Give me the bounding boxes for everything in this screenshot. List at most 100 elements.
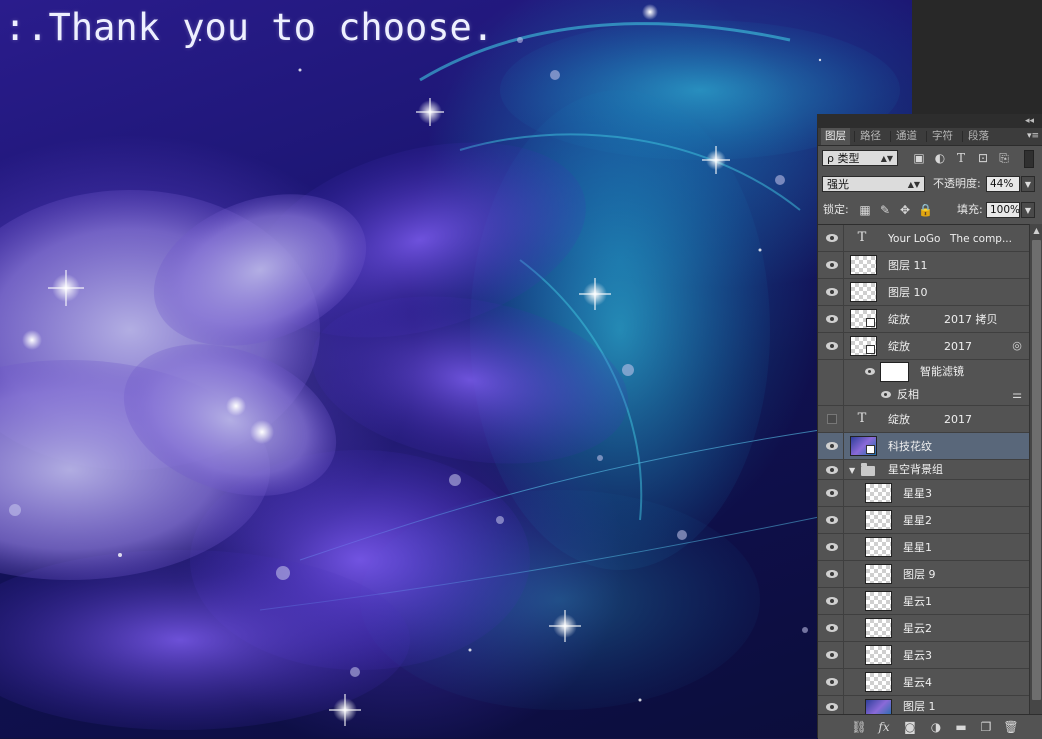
visibility-toggle[interactable]	[818, 225, 844, 251]
fx-icon[interactable]: fx	[876, 719, 892, 735]
visibility-toggle[interactable]	[818, 561, 844, 587]
new-layer-icon[interactable]: ❐	[978, 719, 994, 735]
layer-row[interactable]: 星星1	[818, 534, 1029, 561]
eye-icon[interactable]	[826, 342, 838, 350]
filter-pixel-icon[interactable]: ▣	[912, 151, 926, 165]
layer-row[interactable]: 绽放 2017 ◎	[818, 333, 1029, 360]
layer-row[interactable]: 星云2	[818, 615, 1029, 642]
layer-row[interactable]: 图层 9	[818, 561, 1029, 588]
eye-icon[interactable]	[826, 261, 838, 269]
layer-group-row[interactable]: ▼ 星空背景组	[818, 460, 1029, 480]
tab-separator	[926, 131, 927, 142]
layer-row[interactable]: 星云4	[818, 669, 1029, 696]
scrollbar-thumb[interactable]	[1032, 240, 1041, 700]
visibility-toggle[interactable]	[818, 252, 844, 278]
visibility-toggle[interactable]	[818, 433, 844, 459]
eye-icon[interactable]	[826, 234, 838, 242]
eye-icon[interactable]	[826, 597, 838, 605]
eye-icon[interactable]	[826, 288, 838, 296]
visibility-toggle[interactable]	[818, 507, 844, 533]
hidden-visibility-icon[interactable]	[827, 414, 837, 424]
panel-menu-icon[interactable]: ▾≡	[1027, 128, 1039, 145]
tab-paths[interactable]: 路径	[856, 128, 885, 145]
layer-row[interactable]: 星云1	[818, 588, 1029, 615]
eye-icon[interactable]	[826, 651, 838, 659]
opacity-input[interactable]: 44%	[986, 176, 1020, 192]
filter-options-icon[interactable]: ⚌	[1011, 388, 1023, 401]
layer-name: Your LoGo	[888, 233, 941, 245]
layers-scrollbar[interactable]: ▲	[1029, 224, 1042, 714]
scroll-up-arrow-icon[interactable]: ▲	[1030, 224, 1042, 238]
layers-list[interactable]: T Your LoGo The comp... 图层 11 图层 10 绽放 2…	[818, 224, 1029, 715]
filter-shape-icon[interactable]: ⊡	[976, 151, 990, 165]
visibility-toggle[interactable]	[818, 279, 844, 305]
tab-channels[interactable]: 通道	[892, 128, 921, 145]
visibility-toggle[interactable]	[818, 406, 844, 432]
visibility-toggle[interactable]	[818, 642, 844, 668]
layer-row[interactable]: T 绽放 2017	[818, 406, 1029, 433]
smart-filter-item[interactable]: 反相 ⚌	[818, 384, 1029, 406]
layer-row[interactable]: 星云3	[818, 642, 1029, 669]
visibility-toggle[interactable]	[818, 588, 844, 614]
filter-adjustment-icon[interactable]: ◐	[933, 151, 947, 165]
adjustment-layer-icon[interactable]: ◑	[928, 719, 944, 735]
eye-icon[interactable]	[881, 391, 891, 398]
eye-icon[interactable]	[826, 703, 838, 711]
eye-icon[interactable]	[826, 489, 838, 497]
layer-row[interactable]: 图层 1	[818, 696, 1029, 715]
visibility-toggle[interactable]	[818, 534, 844, 560]
tab-paragraph[interactable]: 段落	[964, 128, 993, 145]
filter-kind-select[interactable]: ρ 类型 ▲▼	[822, 150, 898, 166]
filter-type-icon[interactable]: T	[954, 151, 968, 165]
layer-row[interactable]: 星星3	[818, 480, 1029, 507]
visibility-toggle[interactable]	[818, 306, 844, 332]
document-canvas[interactable]: :.Thank you to choose.	[0, 0, 912, 738]
filter-smart-object-icon[interactable]: ⎘	[997, 151, 1011, 165]
smart-filters-row[interactable]: 智能滤镜	[818, 360, 1029, 384]
tab-layers[interactable]: 图层	[821, 128, 850, 145]
layer-row[interactable]: 图层 11	[818, 252, 1029, 279]
eye-icon[interactable]	[826, 442, 838, 450]
lock-transparent-icon[interactable]: ▦	[858, 203, 872, 217]
layer-name: 星星2	[903, 514, 932, 527]
visibility-toggle[interactable]	[818, 669, 844, 695]
eye-icon[interactable]	[826, 516, 838, 524]
visibility-toggle[interactable]	[818, 480, 844, 506]
new-group-icon[interactable]: ▬	[953, 719, 969, 735]
visibility-toggle[interactable]	[818, 460, 844, 479]
add-mask-icon[interactable]: ◙	[902, 719, 918, 735]
lock-move-icon[interactable]: ✥	[898, 203, 912, 217]
eye-icon[interactable]	[865, 368, 875, 375]
visibility-toggle[interactable]	[818, 696, 844, 715]
link-layers-icon[interactable]: ⛓	[851, 719, 867, 735]
tab-character[interactable]: 字符	[928, 128, 957, 145]
layer-row[interactable]: 绽放 2017 拷贝	[818, 306, 1029, 333]
delete-layer-icon[interactable]: 🗑	[1003, 719, 1019, 735]
eye-icon[interactable]	[826, 465, 838, 474]
chevron-down-icon: ▲▼	[880, 154, 893, 163]
collapse-panels-icon[interactable]: ◂◂	[1025, 114, 1034, 128]
layer-row[interactable]: 星星2	[818, 507, 1029, 534]
group-expand-chevron-icon[interactable]: ▼	[849, 466, 855, 475]
eye-icon[interactable]	[826, 624, 838, 632]
layer-row-selected[interactable]: 科技花纹	[818, 433, 1029, 460]
eye-icon[interactable]	[826, 570, 838, 578]
smart-filter-indicator-icon[interactable]: ◎	[1011, 340, 1023, 352]
eye-icon[interactable]	[826, 543, 838, 551]
opacity-dropdown-icon[interactable]: ▼	[1021, 176, 1035, 192]
layer-row[interactable]: 图层 10	[818, 279, 1029, 306]
fill-dropdown-icon[interactable]: ▼	[1021, 202, 1035, 218]
layer-name-suffix: 2017	[944, 340, 972, 353]
eye-icon[interactable]	[826, 315, 838, 323]
visibility-toggle[interactable]	[818, 333, 844, 359]
blend-mode-select[interactable]: 强光 ▲▼	[822, 176, 925, 192]
eye-icon[interactable]	[826, 678, 838, 686]
lock-all-icon[interactable]: 🔒	[918, 203, 933, 217]
layer-filter-row: ρ 类型 ▲▼ ▣ ◐ T ⊡ ⎘	[818, 147, 1042, 171]
fill-input[interactable]: 100%	[986, 202, 1020, 218]
smart-object-thumbnail	[850, 436, 877, 456]
lock-brush-icon[interactable]: ✎	[878, 203, 892, 217]
layer-row[interactable]: T Your LoGo The comp...	[818, 225, 1029, 252]
visibility-toggle[interactable]	[818, 615, 844, 641]
filter-toggle-switch[interactable]	[1024, 150, 1034, 168]
